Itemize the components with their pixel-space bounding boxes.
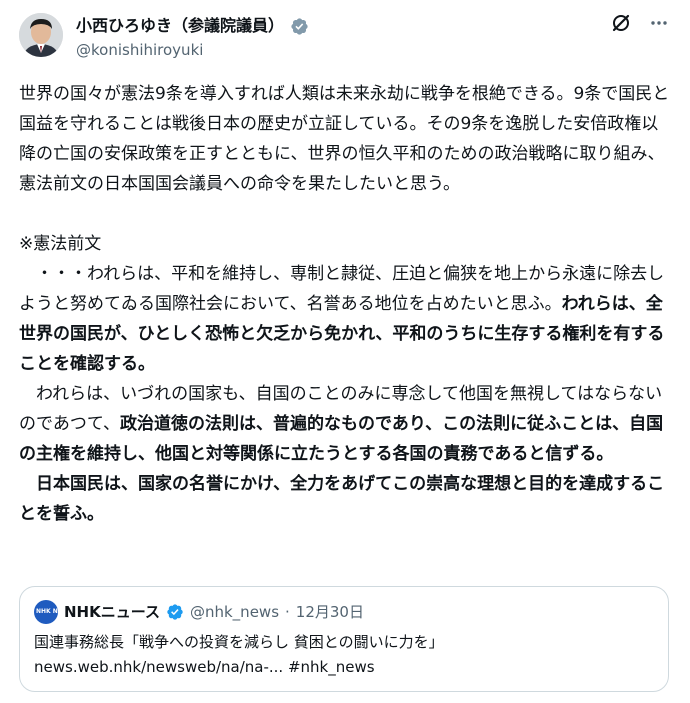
author-name[interactable]: 小西ひろゆき（参議院議員） (76, 15, 284, 37)
tweet-paragraph-1: 世界の国々が憲法9条を導入すれば人類は未来永劫に戦争を根絶できる。9条で国民と国… (19, 84, 670, 194)
verified-badge-icon (167, 604, 183, 620)
author-handle[interactable]: @konishihiroyuki (76, 40, 203, 60)
author-name-row[interactable]: 小西ひろゆき（参議院議員） (76, 14, 309, 38)
quoted-tweet-date[interactable]: 12月30日 (296, 602, 364, 622)
quoted-tweet-link[interactable]: news.web.nhk/newsweb/na/na-... #nhk_news (34, 656, 375, 678)
quoted-author-avatar[interactable]: NHK NEWS (34, 600, 73, 624)
tweet-paragraph-3: ・・・われらは、平和を維持し、専制と隷従、圧迫と偏狭を地上から永遠に除去しようと… (19, 259, 671, 379)
verified-badge-icon (291, 17, 308, 35)
quoted-tweet-header: NHK NEWS NHKニュース @nhk_news · 12月30日 (34, 600, 364, 624)
author-photo (19, 13, 63, 57)
tweet-paragraph-2: ※憲法前文 (19, 234, 102, 254)
author-avatar[interactable] (19, 13, 63, 57)
quoted-tweet-text: 国連事務総長「戦争への投資を減らし 貧困との闘いに力を」 (34, 633, 444, 651)
tweet-actions-top (610, 12, 670, 34)
quoted-author-handle[interactable]: @nhk_news (190, 602, 279, 622)
nhk-logo-text: NHK NEWS (36, 608, 73, 615)
quoted-author-name[interactable]: NHKニュース (64, 602, 160, 622)
tweet-text: 世界の国々が憲法9条を導入すれば人類は未来永劫に戦争を根絶できる。9条で国民と国… (19, 79, 671, 529)
separator-dot: · (285, 603, 290, 621)
more-icon[interactable] (648, 12, 670, 34)
quoted-tweet[interactable]: NHK NEWS NHKニュース @nhk_news · 12月30日 国連事務… (19, 586, 669, 692)
grok-icon[interactable] (610, 12, 632, 34)
tweet-paragraph-5: 日本国民は、国家の名誉にかけ、全力をあげてこの崇高な理想と目的を達成することを誓… (19, 469, 671, 529)
tweet: 小西ひろゆき（参議院議員） @konishihiroyuki 世界の国々が憲法9… (0, 0, 690, 703)
preamble-text-bold: 日本国民は、国家の名誉にかけ、全力をあげてこの崇高な理想と目的を達成することを誓… (19, 474, 665, 524)
tweet-paragraph-4: われらは、いづれの国家も、自国のことのみに専念して他国を無視してはならないのであ… (19, 379, 671, 469)
